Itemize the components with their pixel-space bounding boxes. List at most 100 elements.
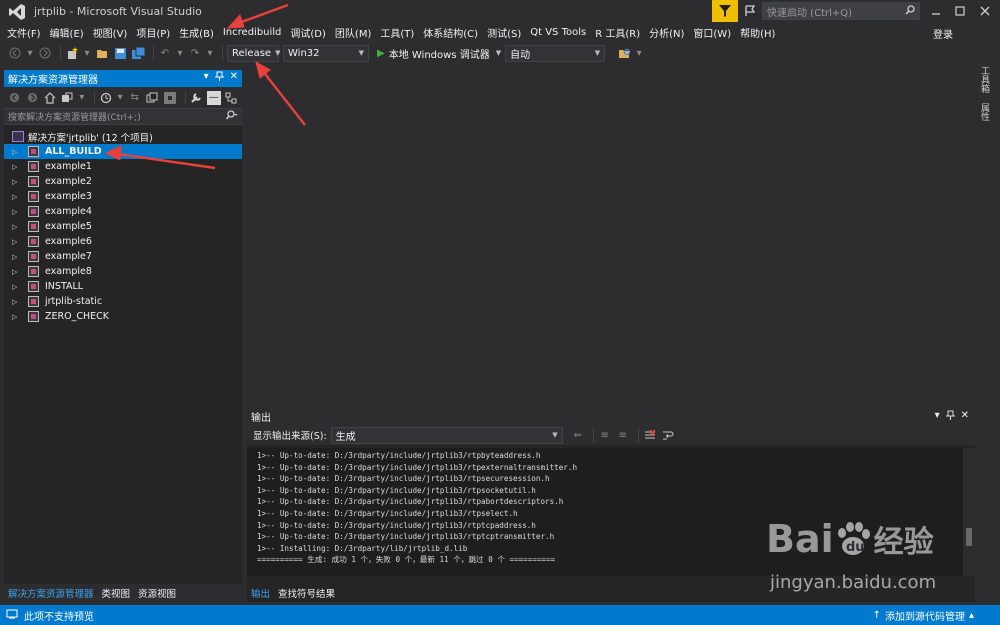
find-message-icon[interactable]: ⇐: [571, 428, 585, 442]
save-all-icon[interactable]: [131, 46, 145, 60]
properties-tab[interactable]: 属性: [978, 103, 991, 121]
expand-arrow-icon[interactable]: ▷: [12, 253, 22, 261]
tree-item-zero-check[interactable]: ▷ ZERO_CHECK: [4, 309, 242, 324]
tree-item-example1[interactable]: ▷ example1: [4, 159, 242, 174]
show-all-files-icon[interactable]: —: [207, 90, 221, 105]
find-in-files-icon[interactable]: [617, 46, 631, 60]
chevron-down-icon[interactable]: ▾: [206, 46, 214, 60]
menu-architecture[interactable]: 体系结构(C): [422, 25, 486, 40]
chevron-down-icon[interactable]: ▾: [78, 91, 86, 105]
tree-item-all-build[interactable]: ▷ ALL_BUILD: [4, 144, 242, 159]
open-file-icon[interactable]: [95, 46, 109, 60]
menu-team[interactable]: 团队(M): [334, 25, 379, 40]
home-icon[interactable]: [43, 91, 57, 105]
previous-message-icon[interactable]: ≡: [598, 428, 612, 442]
menu-qt-vs-tools[interactable]: Qt VS Tools: [529, 27, 594, 38]
source-control-button[interactable]: ↑ 添加到源代码管理 ▴: [873, 608, 974, 623]
solution-explorer-search-input[interactable]: 搜索解决方案资源管理器(Ctrl+;): [4, 108, 242, 125]
save-icon[interactable]: [113, 46, 127, 60]
back-icon[interactable]: [8, 46, 22, 60]
chevron-down-icon[interactable]: ▾: [26, 46, 34, 60]
tab-output[interactable]: 输出: [247, 586, 274, 600]
expand-arrow-icon[interactable]: ▷: [12, 283, 22, 291]
class-diagram-icon[interactable]: [225, 91, 239, 105]
expand-arrow-icon[interactable]: ▷: [12, 298, 22, 306]
menu-test[interactable]: 测试(S): [486, 25, 529, 40]
window-position-icon[interactable]: ▾: [204, 71, 209, 84]
next-message-icon[interactable]: ≡: [616, 428, 630, 442]
forward-icon[interactable]: [26, 91, 40, 105]
menu-r-tools[interactable]: R 工具(R): [594, 25, 648, 40]
refresh-icon[interactable]: [146, 91, 160, 105]
solution-configuration-dropdown[interactable]: Release ▼: [227, 44, 280, 62]
search-icon[interactable]: [225, 110, 238, 123]
window-position-icon[interactable]: ▾: [935, 410, 940, 423]
undo-icon[interactable]: ↶: [158, 46, 172, 60]
switch-views-icon[interactable]: [61, 91, 75, 105]
toolbar-options-icon[interactable]: ▾: [635, 46, 643, 60]
expand-arrow-icon[interactable]: ▷: [12, 148, 22, 156]
chevron-down-icon[interactable]: ▾: [83, 46, 91, 60]
back-icon[interactable]: [8, 91, 22, 105]
menu-view[interactable]: 视图(V): [92, 25, 136, 40]
expand-arrow-icon[interactable]: ▷: [12, 268, 22, 276]
menu-debug[interactable]: 调试(D): [289, 25, 334, 40]
menu-tools[interactable]: 工具(T): [379, 25, 422, 40]
pin-icon[interactable]: [214, 71, 224, 84]
expand-arrow-icon[interactable]: ▷: [12, 208, 22, 216]
clear-all-icon[interactable]: [643, 428, 657, 442]
tab-class-view[interactable]: 类视图: [98, 586, 135, 600]
toggle-word-wrap-icon[interactable]: [661, 428, 675, 442]
menu-analyze[interactable]: 分析(N): [648, 25, 692, 40]
menu-window[interactable]: 窗口(W): [692, 25, 739, 40]
chevron-down-icon[interactable]: ▾: [176, 46, 184, 60]
collapse-all-icon[interactable]: [163, 91, 177, 105]
menu-project[interactable]: 项目(P): [135, 25, 178, 40]
tree-item-example8[interactable]: ▷ example8: [4, 264, 242, 279]
quick-launch-input[interactable]: 快速启动 (Ctrl+Q): [762, 2, 920, 20]
tree-item-example6[interactable]: ▷ example6: [4, 234, 242, 249]
expand-arrow-icon[interactable]: ▷: [12, 238, 22, 246]
properties-wrench-icon[interactable]: [190, 91, 204, 105]
new-project-icon[interactable]: [65, 46, 79, 60]
tab-solution-explorer[interactable]: 解决方案资源管理器: [4, 586, 98, 600]
expand-arrow-icon[interactable]: ▷: [12, 223, 22, 231]
tree-item-example5[interactable]: ▷ example5: [4, 219, 242, 234]
tree-item-example3[interactable]: ▷ example3: [4, 189, 242, 204]
solution-node[interactable]: 解决方案'jrtplib' (12 个项目): [4, 129, 242, 144]
chevron-down-icon[interactable]: ▾: [116, 91, 124, 105]
toolbox-tab[interactable]: 工具箱: [978, 66, 991, 93]
feedback-filter-icon[interactable]: [712, 0, 738, 22]
menu-file[interactable]: 文件(F): [6, 25, 49, 40]
tree-item-example4[interactable]: ▷ example4: [4, 204, 242, 219]
notification-flag-icon[interactable]: [742, 3, 758, 19]
tree-item-example2[interactable]: ▷ example2: [4, 174, 242, 189]
expand-arrow-icon[interactable]: ▷: [12, 178, 22, 186]
expand-arrow-icon[interactable]: ▷: [12, 313, 22, 321]
sync-with-active-document-icon[interactable]: ⇆: [128, 91, 142, 105]
tab-resource-view[interactable]: 资源视图: [134, 586, 180, 600]
maximize-button[interactable]: [950, 2, 970, 20]
tree-item-jrtplib-static[interactable]: ▷ jrtplib-static: [4, 294, 242, 309]
expand-arrow-icon[interactable]: ▷: [12, 193, 22, 201]
close-button[interactable]: [975, 2, 995, 20]
menu-edit[interactable]: 编辑(E): [49, 25, 92, 40]
login-link[interactable]: 登录: [933, 26, 953, 41]
menu-build[interactable]: 生成(B): [178, 25, 222, 40]
menu-help[interactable]: 帮助(H): [739, 25, 783, 40]
pin-icon[interactable]: [945, 410, 955, 423]
close-icon[interactable]: ✕: [961, 410, 969, 423]
expand-arrow-icon[interactable]: ▷: [12, 163, 22, 171]
forward-icon[interactable]: [38, 46, 52, 60]
menu-incredibuild[interactable]: Incredibuild: [222, 27, 290, 38]
tree-item-example7[interactable]: ▷ example7: [4, 249, 242, 264]
minimize-button[interactable]: [926, 2, 946, 20]
start-debugging-button[interactable]: ▶ 本地 Windows 调试器 ▼: [377, 46, 501, 61]
close-icon[interactable]: ✕: [230, 71, 238, 84]
redo-icon[interactable]: ↷: [188, 46, 202, 60]
solution-platform-dropdown[interactable]: Win32 ▼: [283, 44, 369, 62]
tree-item-install[interactable]: ▷ INSTALL: [4, 279, 242, 294]
tab-find-symbol-results[interactable]: 查找符号结果: [274, 586, 339, 600]
pending-changes-filter-icon[interactable]: [99, 91, 113, 105]
output-source-dropdown[interactable]: 生成 ▼: [330, 426, 563, 444]
